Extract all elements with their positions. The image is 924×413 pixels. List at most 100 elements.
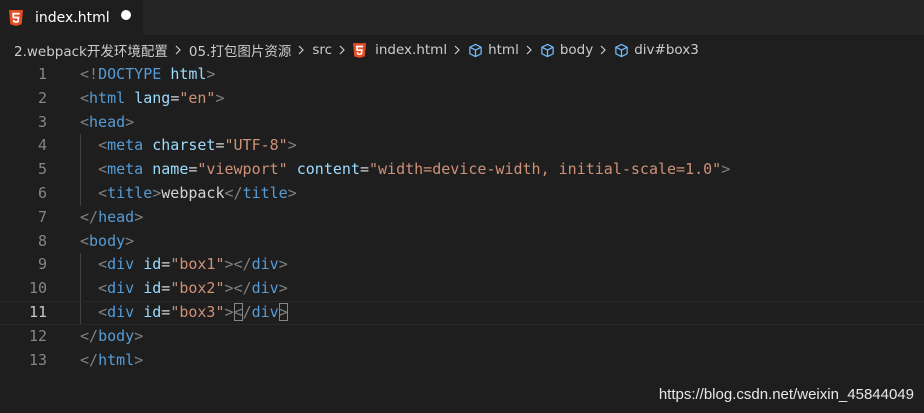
breadcrumb-item-src[interactable]: src [312,42,332,58]
code-token: > [134,326,144,345]
breadcrumb-item-subfolder[interactable]: 05.打包图片资源 [189,40,291,60]
code-token: > [278,255,288,274]
code-token: <! [80,65,99,83]
line-number: 1 [37,65,47,83]
code-line[interactable]: 13 </html> [0,349,924,373]
code-token: = [161,279,171,298]
breadcrumb-item-folder[interactable]: 2.webpack开发环境配置 [14,40,168,60]
unsaved-dot-icon[interactable] [121,10,131,20]
code-token: meta [107,160,144,179]
line-number: 7 [37,207,47,226]
code-token: </ [224,184,243,202]
matched-bracket: > [278,303,288,321]
code-line[interactable]: 3 <head> [0,111,924,135]
code-token: head [89,112,126,131]
code-line[interactable]: 5 <meta name="viewport" content="width=d… [0,158,924,182]
code-token: id [143,303,162,321]
code-token: > [125,112,135,131]
code-token: = [161,255,171,274]
code-token: < [80,88,90,107]
code-token: </ [80,326,99,345]
chevron-right-icon [339,45,345,55]
code-token: > [134,350,144,369]
html5-icon [353,42,367,58]
line-number: 6 [37,184,47,202]
code-token: < [98,279,108,298]
code-token: < [98,184,108,202]
line-code: <!DOCTYPE html> [80,63,215,87]
code-token: </ [80,207,99,226]
code-token: = [215,136,225,155]
line-number: 5 [37,160,47,179]
code-token: > [287,184,297,202]
line-code: <div id="box1"></div> [80,253,288,277]
tab-title: index.html [35,9,110,26]
code-token: > [134,207,144,226]
code-token: id [143,255,162,274]
code-line[interactable]: 2 <html lang="en"> [0,87,924,111]
code-token: > [215,88,225,107]
code-token: "UTF-8" [224,136,288,155]
code-line[interactable]: 9 <div id="box1"></div> [0,253,924,277]
element-cube-icon [469,43,482,57]
code-token: title [242,184,288,202]
line-number: 2 [37,88,47,107]
code-token: "width=device-width, initial-scale=1.0" [369,160,722,179]
line-number: 8 [37,231,47,250]
code-line[interactable]: 4 <meta charset="UTF-8"> [0,134,924,158]
breadcrumb-label: src [312,42,333,58]
breadcrumb-item-body[interactable]: body [540,42,593,58]
code-token: > [152,184,162,202]
code-token: div [107,279,135,298]
chevron-right-icon [600,45,607,55]
line-number: 11 [28,303,47,321]
code-line[interactable]: 8 <body> [0,230,924,254]
code-token: > [278,279,288,298]
code-line[interactable]: 6 <title>webpack</title> [0,182,924,206]
breadcrumb-item-file[interactable]: index.html [353,42,447,58]
code-token: lang [134,88,171,107]
code-token: webpack [161,184,225,202]
code-token: div [251,303,279,321]
code-token: div [107,303,135,321]
line-number: 9 [37,255,47,274]
tab-index-html[interactable]: index.html [0,0,143,35]
breadcrumb-label: div#box3 [634,42,699,58]
element-cube-icon [615,43,628,57]
matched-bracket: < [233,303,243,321]
line-number: 4 [37,136,47,155]
code-line[interactable]: 10 <div id="box2"></div> [0,277,924,301]
line-code: <meta name="viewport" content="width=dev… [80,158,730,182]
code-token: > [206,65,216,83]
code-token: "box2" [170,279,225,298]
code-line[interactable]: 11 <div id="box3"></div> [0,301,924,325]
code-token: = [170,88,180,107]
breadcrumb-item-div[interactable]: div#box3 [614,42,699,58]
code-token: "box3" [170,303,225,321]
code-token: "box1" [170,255,225,274]
code-token: DOCTYPE [98,65,162,83]
code-line[interactable]: 12 </body> [0,325,924,349]
code-token: html [98,350,135,369]
element-cube-icon [541,43,554,57]
line-number: 13 [28,350,47,369]
line-code: <body> [80,230,134,254]
code-token: body [98,326,135,345]
line-code: </html> [80,349,143,373]
code-token: < [98,136,108,155]
code-token: id [143,279,162,298]
code-token: < [80,112,90,131]
code-line[interactable]: 1 <!DOCTYPE html> [0,63,924,87]
code-line[interactable]: 7 </head> [0,206,924,230]
breadcrumb-item-html[interactable]: html [468,42,519,58]
code-editor[interactable]: 1 <!DOCTYPE html> 2 <html lang="en"> 3 <head>… [0,63,924,413]
code-token: meta [107,136,144,155]
